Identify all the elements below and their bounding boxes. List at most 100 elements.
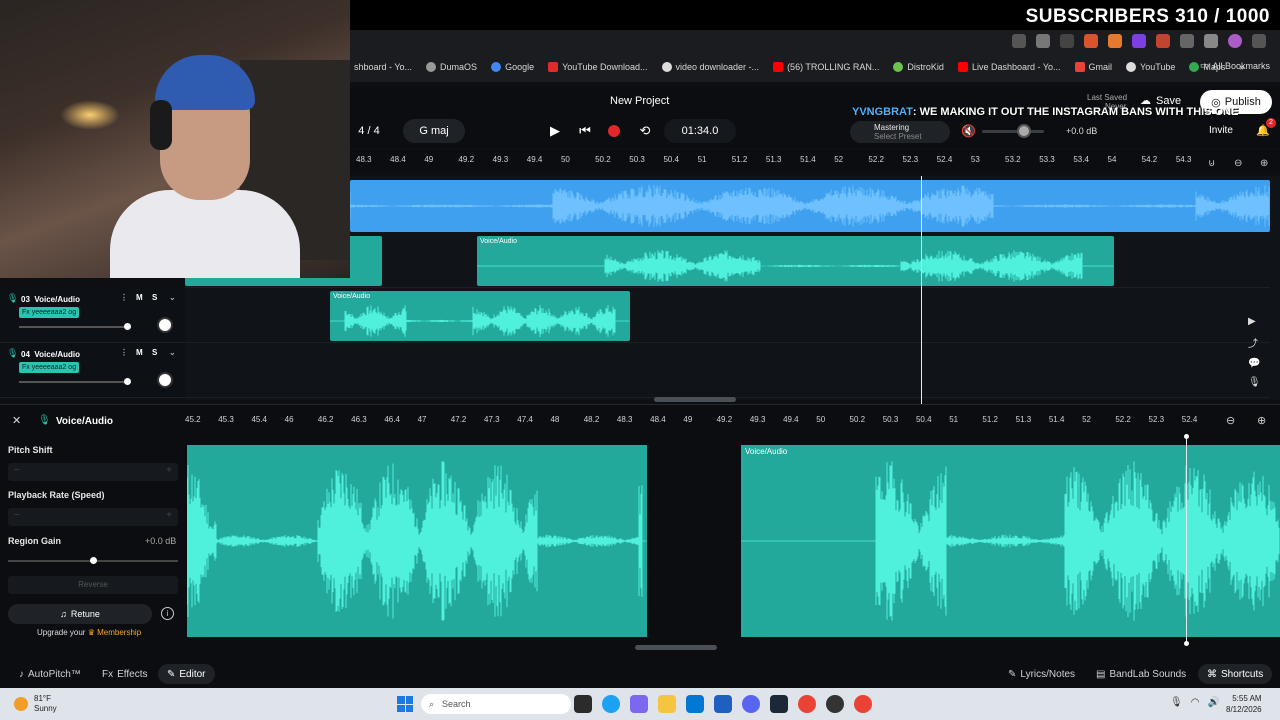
play-icon[interactable]: ▶: [545, 121, 565, 141]
invite-button[interactable]: Invite: [1209, 125, 1233, 136]
solo-button[interactable]: S: [152, 348, 157, 357]
track-volume-slider[interactable]: [19, 326, 127, 328]
timeline-ruler[interactable]: 48.3 48.4 49 49.2 49.3 49.4 50 50.2 50.3 50.4 51 51…: [350, 150, 1280, 172]
extension-icon[interactable]: [1036, 34, 1050, 48]
audio-clip[interactable]: Voice/Audio: [330, 291, 630, 341]
bookmark[interactable]: Live Dashboard - Yo...: [957, 62, 1061, 72]
track-name[interactable]: 04 Voice/Audio: [21, 350, 80, 359]
upgrade-text[interactable]: Upgrade your ♛ Membership: [37, 628, 141, 637]
track-volume-knob[interactable]: [124, 323, 131, 330]
weather-widget[interactable]: 81°F Sunny: [34, 694, 57, 714]
track-header-03[interactable]: 🎙 03 Voice/Audio ⋮ M S ⌄ Fx yeeeeaaa2 og: [0, 289, 185, 343]
pan-knob[interactable]: [157, 317, 173, 333]
profile-avatar[interactable]: [1228, 34, 1242, 48]
volume-slider[interactable]: [982, 130, 1044, 133]
plus-icon[interactable]: +: [166, 465, 172, 476]
loop-icon[interactable]: ⟲: [635, 121, 655, 141]
extension-icon[interactable]: [1132, 34, 1146, 48]
project-title[interactable]: New Project: [610, 95, 669, 107]
extension-icon[interactable]: [1204, 34, 1218, 48]
taskbar-search[interactable]: ⌕ Search: [421, 694, 571, 714]
minus-icon[interactable]: −: [14, 465, 20, 476]
close-icon[interactable]: ✕: [12, 414, 21, 427]
bookmark[interactable]: shboard - Yo...: [354, 62, 412, 72]
region-gain-knob[interactable]: [90, 557, 97, 564]
editor-clip[interactable]: [187, 445, 647, 637]
bookmark[interactable]: YouTube Download...: [548, 62, 648, 72]
bookmark[interactable]: DumaOS: [426, 62, 477, 72]
retune-button[interactable]: ♫ Retune: [8, 604, 152, 624]
play-icon[interactable]: ▶: [1248, 316, 1261, 327]
extension-icon[interactable]: [1084, 34, 1098, 48]
fx-chip[interactable]: Fx yeeeeaaa2 og: [19, 307, 80, 318]
playback-rate-stepper[interactable]: − +: [8, 508, 178, 526]
chrome-icon[interactable]: [854, 695, 872, 713]
mastering-selector[interactable]: Mastering Select Preset: [850, 121, 950, 143]
solo-button[interactable]: S: [152, 293, 157, 302]
track-volume-slider[interactable]: [19, 381, 127, 383]
pan-knob[interactable]: [157, 372, 173, 388]
edge-icon[interactable]: [602, 695, 620, 713]
membership-link[interactable]: Membership: [97, 628, 141, 637]
audio-clip[interactable]: Voice/Audio: [477, 236, 1114, 286]
automation-icon[interactable]: ⤴: [1248, 335, 1261, 350]
info-icon[interactable]: i: [161, 607, 174, 620]
playhead-handle[interactable]: [1184, 434, 1189, 439]
wifi-icon[interactable]: ◠: [1191, 697, 1200, 708]
arrangement-scrollbar[interactable]: [654, 397, 736, 402]
extension-icon[interactable]: [1180, 34, 1194, 48]
magnet-icon[interactable]: ⊍: [1208, 158, 1215, 169]
teams-icon[interactable]: [630, 695, 648, 713]
clock[interactable]: 5:55 AM 8/12/2026: [1226, 693, 1262, 715]
editor-ruler[interactable]: 45.2 45.3 45.4 46 46.2 46.3 46.4 47 47.2 47.3 47.4…: [185, 410, 1215, 432]
outlook-icon[interactable]: [686, 695, 704, 713]
skip-back-icon[interactable]: ⏮: [575, 121, 595, 141]
tab-effects[interactable]: Fx Effects: [93, 664, 157, 684]
bookmark[interactable]: Gmail: [1074, 62, 1112, 72]
volume-knob[interactable]: [1017, 124, 1031, 138]
tab-editor[interactable]: ✎ Editor: [158, 664, 215, 684]
bookmark[interactable]: Google: [491, 62, 534, 72]
minus-icon[interactable]: −: [14, 510, 20, 521]
menu-icon[interactable]: [1252, 34, 1266, 48]
mic-icon[interactable]: 🎙: [1170, 697, 1183, 708]
track-header-04[interactable]: 🎙 04 Voice/Audio ⋮ M S ⌄ Fx yeeeeaaa2 og: [0, 344, 185, 398]
zoom-out-icon[interactable]: ⊖: [1226, 414, 1235, 427]
star-icon[interactable]: [1060, 34, 1074, 48]
more-icon[interactable]: ⋮: [120, 348, 128, 357]
playhead-handle[interactable]: [1184, 641, 1189, 646]
editor-playhead[interactable]: [1186, 436, 1187, 644]
editor-scrollbar[interactable]: [635, 645, 717, 650]
record-button[interactable]: [608, 125, 620, 137]
zoom-out-icon[interactable]: ⊖: [1234, 158, 1242, 169]
track-name[interactable]: 03 Voice/Audio: [21, 295, 80, 304]
playhead[interactable]: [921, 176, 922, 406]
extension-icon[interactable]: [1108, 34, 1122, 48]
bookmark[interactable]: (56) TROLLING RAN...: [773, 62, 879, 72]
folder-icon[interactable]: [658, 695, 676, 713]
zoom-in-icon[interactable]: ⊕: [1260, 158, 1268, 169]
speaker-icon[interactable]: 🔊: [1207, 697, 1219, 708]
steam-icon[interactable]: [770, 695, 788, 713]
bookmark[interactable]: DistroKid: [893, 62, 944, 72]
tab-autopitch[interactable]: ♪ AutoPitch™: [10, 664, 90, 684]
reverse-button[interactable]: Reverse: [8, 576, 178, 594]
pitch-shift-stepper[interactable]: − +: [8, 463, 178, 481]
zoom-in-icon[interactable]: ⊕: [1257, 414, 1266, 427]
key-selector[interactable]: G maj: [403, 119, 465, 143]
task-view-icon[interactable]: [574, 695, 592, 713]
tab-bandlab-sounds[interactable]: ▤ BandLab Sounds: [1087, 664, 1195, 684]
mic-icon[interactable]: 🎙: [1248, 377, 1261, 388]
comment-icon[interactable]: 💬: [1248, 358, 1261, 369]
extension-icon[interactable]: [1156, 34, 1170, 48]
tab-shortcuts[interactable]: ⌘ Shortcuts: [1198, 664, 1273, 684]
chevron-down-icon[interactable]: ⌄: [169, 348, 176, 357]
store-icon[interactable]: [714, 695, 732, 713]
track-volume-knob[interactable]: [124, 378, 131, 385]
all-bookmarks[interactable]: ▭ All Bookmarks: [1200, 60, 1270, 71]
extension-icon[interactable]: [1012, 34, 1026, 48]
mute-button[interactable]: M: [136, 348, 143, 357]
app-icon[interactable]: [826, 695, 844, 713]
fx-chip[interactable]: Fx yeeeeaaa2 og: [19, 362, 80, 373]
chevron-down-icon[interactable]: ⌄: [169, 293, 176, 302]
